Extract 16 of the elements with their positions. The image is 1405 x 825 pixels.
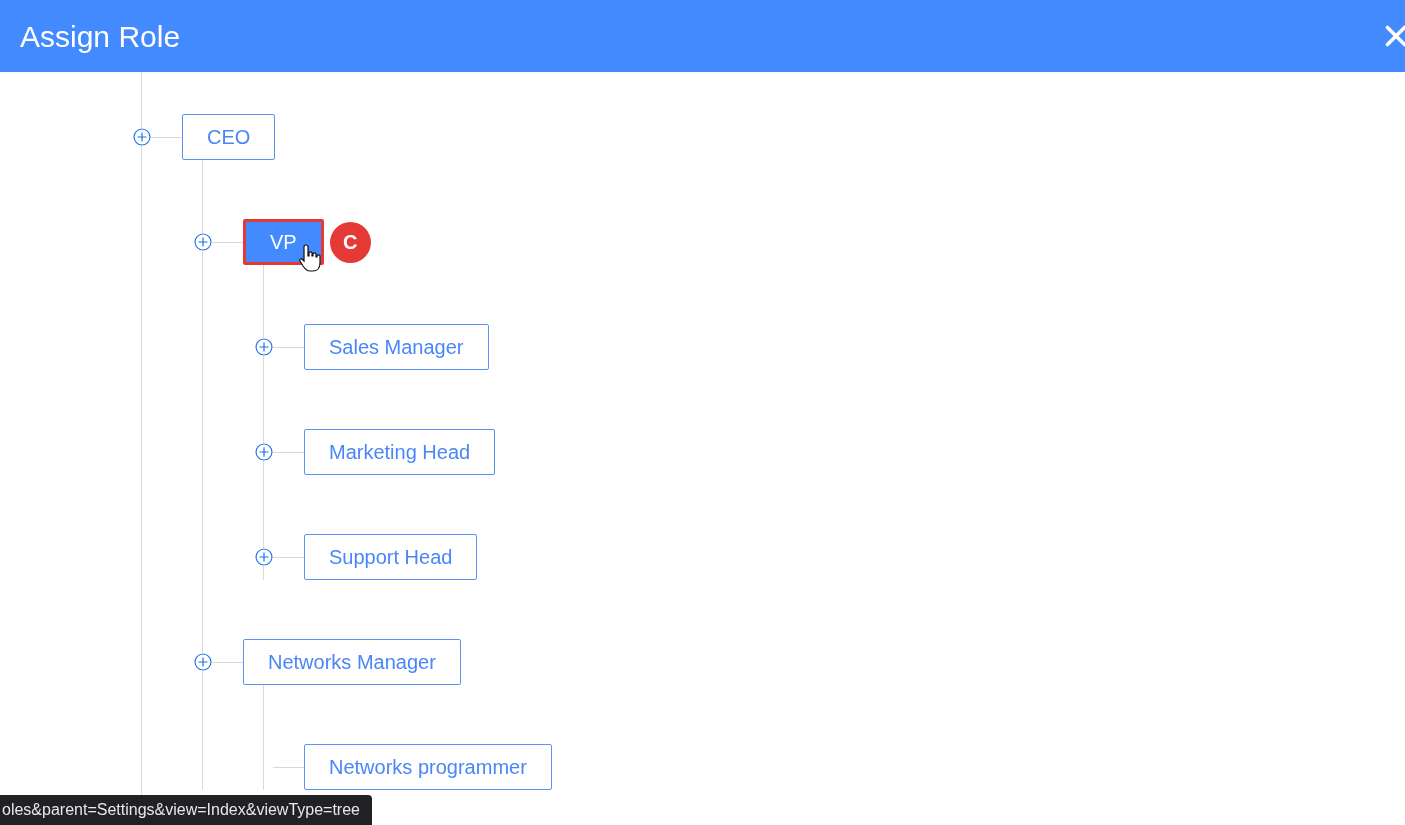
expand-icon[interactable] (255, 443, 273, 461)
expand-icon[interactable] (255, 548, 273, 566)
hand-cursor-icon (297, 243, 324, 275)
role-node[interactable]: Sales Manager (304, 324, 489, 370)
expand-icon[interactable] (194, 653, 212, 671)
dialog-title: Assign Role (20, 18, 181, 55)
status-bar-url: oles&parent=Settings&view=Index&viewType=tree (0, 795, 372, 825)
role-node[interactable]: Support Head (304, 534, 478, 580)
expand-icon[interactable] (194, 233, 212, 251)
expand-icon[interactable] (255, 338, 273, 356)
role-node[interactable]: Networks programmer (304, 744, 552, 790)
role-node[interactable]: CEO (182, 114, 276, 160)
role-node[interactable]: Networks Manager (243, 639, 461, 685)
role-node[interactable]: Marketing Head (304, 429, 496, 475)
expand-icon[interactable] (133, 128, 151, 146)
step-badge: C (329, 221, 371, 263)
